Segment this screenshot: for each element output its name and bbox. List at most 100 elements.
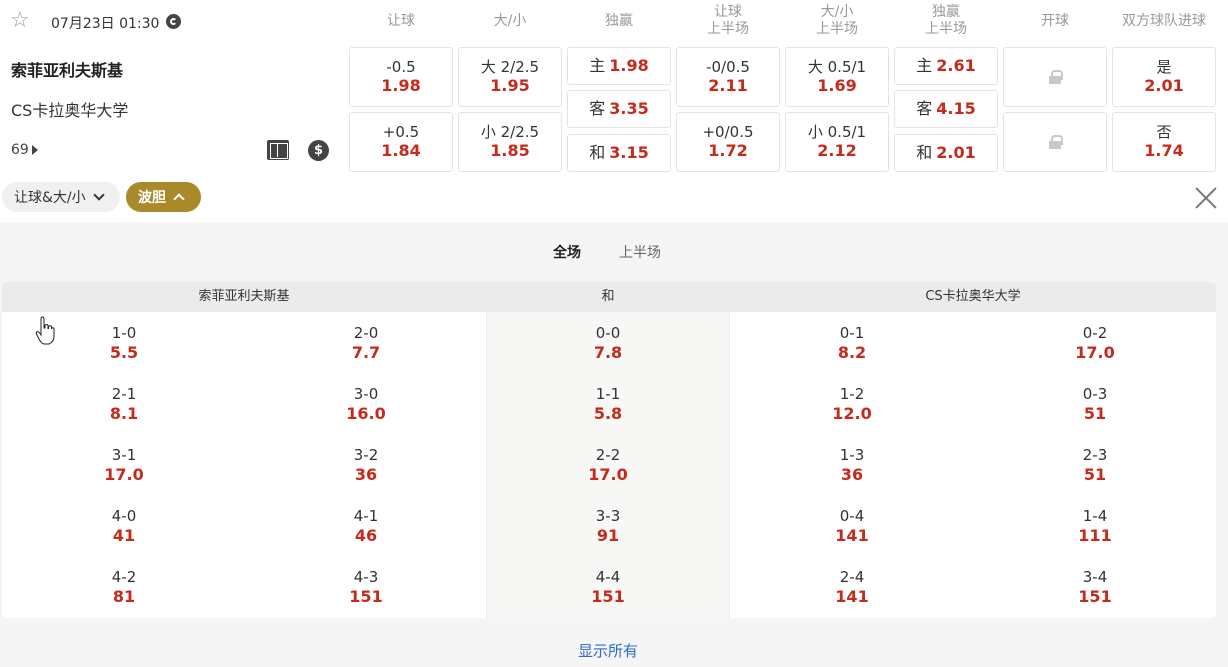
handicap-odd-button[interactable]: -0.5 1.98 — [349, 47, 453, 107]
match-datetime: 07月23日 01:30 — [51, 16, 160, 32]
overunder-odd-button[interactable]: 小 2/2.5 1.85 — [458, 112, 562, 172]
odd-label: -0/0.5 — [706, 58, 750, 76]
score-odd: 51 — [1083, 404, 1107, 423]
score-odd-button[interactable]: 1-0 5.5 — [74, 324, 174, 362]
score-label: 2-0 — [353, 324, 379, 342]
score-odd-button[interactable]: 4-3 151 — [316, 568, 416, 606]
score-odd-button[interactable]: 0-4 141 — [802, 507, 902, 545]
show-all-link[interactable]: 显示所有 — [0, 640, 1216, 661]
odd-value: 2.01 — [936, 143, 976, 162]
score-odd: 111 — [1078, 526, 1112, 545]
score-odd-button[interactable]: 4-1 46 — [316, 507, 416, 545]
score-odd-button[interactable]: 3-3 91 — [558, 507, 658, 545]
score-odd: 51 — [1083, 465, 1107, 484]
score-label: 0-1 — [839, 324, 865, 342]
btts-odd-button[interactable]: 否 1.74 — [1112, 112, 1216, 172]
moneyline-odd-button[interactable]: 客 3.35 — [567, 90, 671, 128]
odd-label: 小 0.5/1 — [807, 123, 867, 141]
moneyline-odd-button[interactable]: 主 1.98 — [567, 47, 671, 85]
score-odd-button[interactable]: 3-4 151 — [1045, 568, 1145, 606]
odd-value: 2.01 — [1144, 76, 1184, 95]
score-odd-button[interactable]: 1-1 5.8 — [558, 385, 658, 423]
btts-odd-button[interactable]: 是 2.01 — [1112, 47, 1216, 107]
score-odd-button[interactable]: 0-3 51 — [1045, 385, 1145, 423]
score-label: 4-4 — [595, 568, 621, 586]
score-label: 0-2 — [1082, 324, 1108, 342]
score-odd-button[interactable]: 4-4 151 — [558, 568, 658, 606]
correct-score-toggle[interactable]: 波胆 — [126, 182, 201, 212]
score-odd-button[interactable]: 0-2 17.0 — [1045, 324, 1145, 362]
odd-label: 是 — [1156, 58, 1172, 76]
score-odd: 17.0 — [588, 465, 628, 484]
moneyline-odd-button[interactable]: 和 3.15 — [567, 134, 671, 172]
odd-value: 1.72 — [708, 141, 748, 160]
score-odd: 8.2 — [837, 343, 867, 362]
kickoff-locked-button — [1003, 47, 1107, 107]
column-header-line: 上半场 — [925, 21, 967, 37]
score-odd-button[interactable]: 1-2 12.0 — [802, 385, 902, 423]
score-odd: 36 — [840, 465, 864, 484]
odd-value: 1.98 — [609, 56, 649, 75]
score-label: 4-0 — [111, 507, 137, 525]
odd-label: 客 — [916, 99, 933, 118]
moneyline-1h-odd-button[interactable]: 和 2.01 — [894, 134, 998, 172]
market-type-dropdown[interactable]: 让球&大/小 — [2, 182, 120, 212]
handicap-1h-odd-button[interactable]: -0/0.5 2.11 — [676, 47, 780, 107]
handicap-1h-odd-button[interactable]: +0/0.5 1.72 — [676, 112, 780, 172]
odd-label: 和 — [916, 143, 933, 162]
score-odd-button[interactable]: 2-0 7.7 — [316, 324, 416, 362]
live-stream-icon[interactable] — [166, 14, 181, 29]
more-markets-link[interactable]: 69 — [11, 142, 38, 158]
handicap-odd-button[interactable]: +0.5 1.84 — [349, 112, 453, 172]
column-header-4: 大/小 上半场 — [785, 4, 889, 38]
match-row: ☆ 07月23日 01:30 索菲亚利夫斯基 CS卡拉奥华大学 69 $ 让球大… — [0, 0, 1228, 222]
score-odd-button[interactable]: 4-0 41 — [74, 507, 174, 545]
column-header-1: 大/小 — [458, 13, 562, 30]
tab-full-time[interactable]: 全场 — [553, 242, 581, 262]
score-odd-button[interactable]: 2-3 51 — [1045, 446, 1145, 484]
odd-value: 4.15 — [936, 99, 976, 118]
odd-value: 3.15 — [609, 143, 649, 162]
cashout-dollar-icon[interactable]: $ — [308, 140, 329, 161]
score-label: 1-2 — [839, 385, 865, 403]
overunder-1h-odd-button[interactable]: 大 0.5/1 1.69 — [785, 47, 889, 107]
score-odd-button[interactable]: 1-3 36 — [802, 446, 902, 484]
column-header-line: 上半场 — [816, 21, 858, 37]
score-odd: 7.7 — [351, 343, 381, 362]
moneyline-1h-odd-button[interactable]: 客 4.15 — [894, 90, 998, 128]
column-header-line: 上半场 — [707, 21, 749, 37]
pitch-stats-icon[interactable] — [267, 140, 289, 160]
odd-label: +0/0.5 — [702, 123, 754, 141]
score-odd: 7.8 — [593, 343, 623, 362]
odd-value: 1.85 — [490, 141, 530, 160]
odd-value: 1.98 — [381, 76, 421, 95]
score-odd-button[interactable]: 2-4 141 — [802, 568, 902, 606]
score-odd-button[interactable]: 3-1 17.0 — [74, 446, 174, 484]
tab-first-half[interactable]: 上半场 — [619, 242, 661, 262]
score-odd: 5.5 — [109, 343, 139, 362]
close-icon[interactable] — [1194, 186, 1218, 210]
home-team-name: 索菲亚利夫斯基 — [11, 61, 124, 80]
column-header-line: 让球 — [387, 13, 415, 29]
score-odd: 151 — [1078, 587, 1112, 606]
correct-score-label: 波胆 — [138, 190, 166, 206]
score-odd-button[interactable]: 4-2 81 — [74, 568, 174, 606]
score-odd-button[interactable]: 2-1 8.1 — [74, 385, 174, 423]
market-type-label: 让球&大/小 — [14, 190, 86, 206]
overunder-odd-button[interactable]: 大 2/2.5 1.95 — [458, 47, 562, 107]
favorite-star-icon[interactable]: ☆ — [10, 10, 30, 32]
score-odd-button[interactable]: 3-2 36 — [316, 446, 416, 484]
score-label: 2-3 — [1082, 446, 1108, 464]
score-odd-button[interactable]: 0-1 8.2 — [802, 324, 902, 362]
moneyline-1h-odd-button[interactable]: 主 2.61 — [894, 47, 998, 85]
score-label: 2-4 — [839, 568, 865, 586]
score-odd-button[interactable]: 2-2 17.0 — [558, 446, 658, 484]
score-odd-button[interactable]: 0-0 7.8 — [558, 324, 658, 362]
column-header-line: 让球 — [714, 4, 742, 20]
score-odd-button[interactable]: 3-0 16.0 — [316, 385, 416, 423]
score-odd-button[interactable]: 1-4 111 — [1045, 507, 1145, 545]
overunder-1h-odd-button[interactable]: 小 0.5/1 2.12 — [785, 112, 889, 172]
odd-value: 3.35 — [609, 99, 649, 118]
kickoff-locked-button — [1003, 112, 1107, 172]
score-odd: 5.8 — [593, 404, 623, 423]
